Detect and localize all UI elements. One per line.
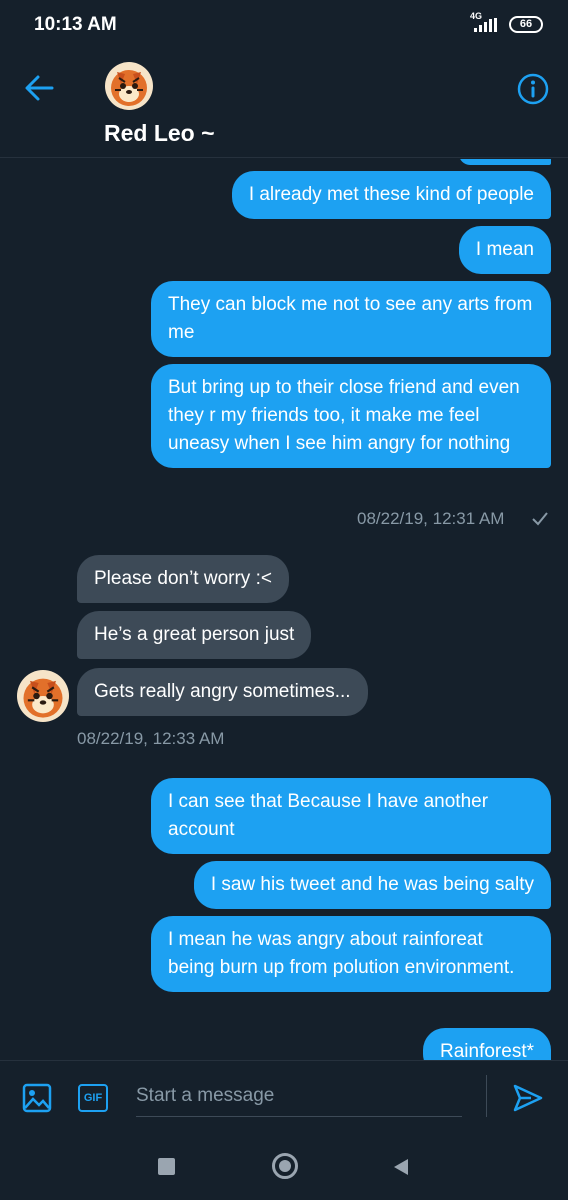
gif-icon[interactable]: GIF: [78, 1084, 108, 1112]
battery-icon: 66: [509, 16, 543, 33]
status-bar: 10:13 AM 4G 66: [0, 0, 568, 50]
message-bubble-sent-partial[interactable]: [459, 159, 551, 165]
message-bubble-received[interactable]: Please don’t worry :<: [77, 555, 289, 603]
message-timestamp: 08/22/19, 12:31 AM: [357, 509, 505, 528]
message-bubble-sent[interactable]: I mean he was angry about rainforeat bei…: [151, 916, 551, 992]
message-bubble-sent[interactable]: Rainforest*: [423, 1028, 551, 1060]
conversation-header: Red Leo ~: [0, 50, 568, 158]
message-bubble-sent[interactable]: I can see that Because I have another ac…: [151, 778, 551, 854]
composer-divider: [486, 1075, 487, 1117]
sender-avatar[interactable]: [17, 670, 69, 722]
info-icon[interactable]: [516, 72, 550, 106]
status-time: 10:13 AM: [34, 14, 117, 35]
contact-name[interactable]: Red Leo ~: [104, 120, 215, 147]
system-navigation-bar: [0, 1132, 568, 1200]
message-input[interactable]: [136, 1075, 462, 1117]
contact-avatar[interactable]: [105, 62, 153, 110]
send-icon[interactable]: [512, 1083, 544, 1113]
recent-apps-icon[interactable]: [158, 1158, 175, 1175]
message-bubble-sent[interactable]: I mean: [458, 226, 551, 274]
message-bubble-sent[interactable]: I saw his tweet and he was being salty: [193, 861, 551, 909]
gif-label: GIF: [83, 1092, 103, 1104]
battery-level: 66: [519, 18, 533, 30]
message-bubble-received[interactable]: Gets really angry sometimes...: [77, 668, 368, 716]
message-composer: GIF: [0, 1060, 568, 1132]
home-icon[interactable]: [272, 1153, 298, 1179]
back-arrow-icon[interactable]: [24, 74, 54, 102]
message-bubble-received[interactable]: He’s a great person just: [77, 611, 312, 659]
message-timestamp: 08/22/19, 12:33 AM: [77, 729, 225, 748]
read-check-icon: [532, 512, 548, 526]
message-bubble-sent[interactable]: I already met these kind of people: [231, 171, 551, 219]
signal-icon: [474, 18, 497, 32]
nav-back-icon[interactable]: [392, 1157, 410, 1177]
message-thread[interactable]: I already met these kind of people I mea…: [0, 159, 568, 1060]
message-bubble-sent[interactable]: But bring up to their close friend and e…: [151, 364, 551, 468]
message-bubble-sent[interactable]: They can block me not to see any arts fr…: [151, 281, 551, 357]
image-icon[interactable]: [22, 1083, 52, 1113]
